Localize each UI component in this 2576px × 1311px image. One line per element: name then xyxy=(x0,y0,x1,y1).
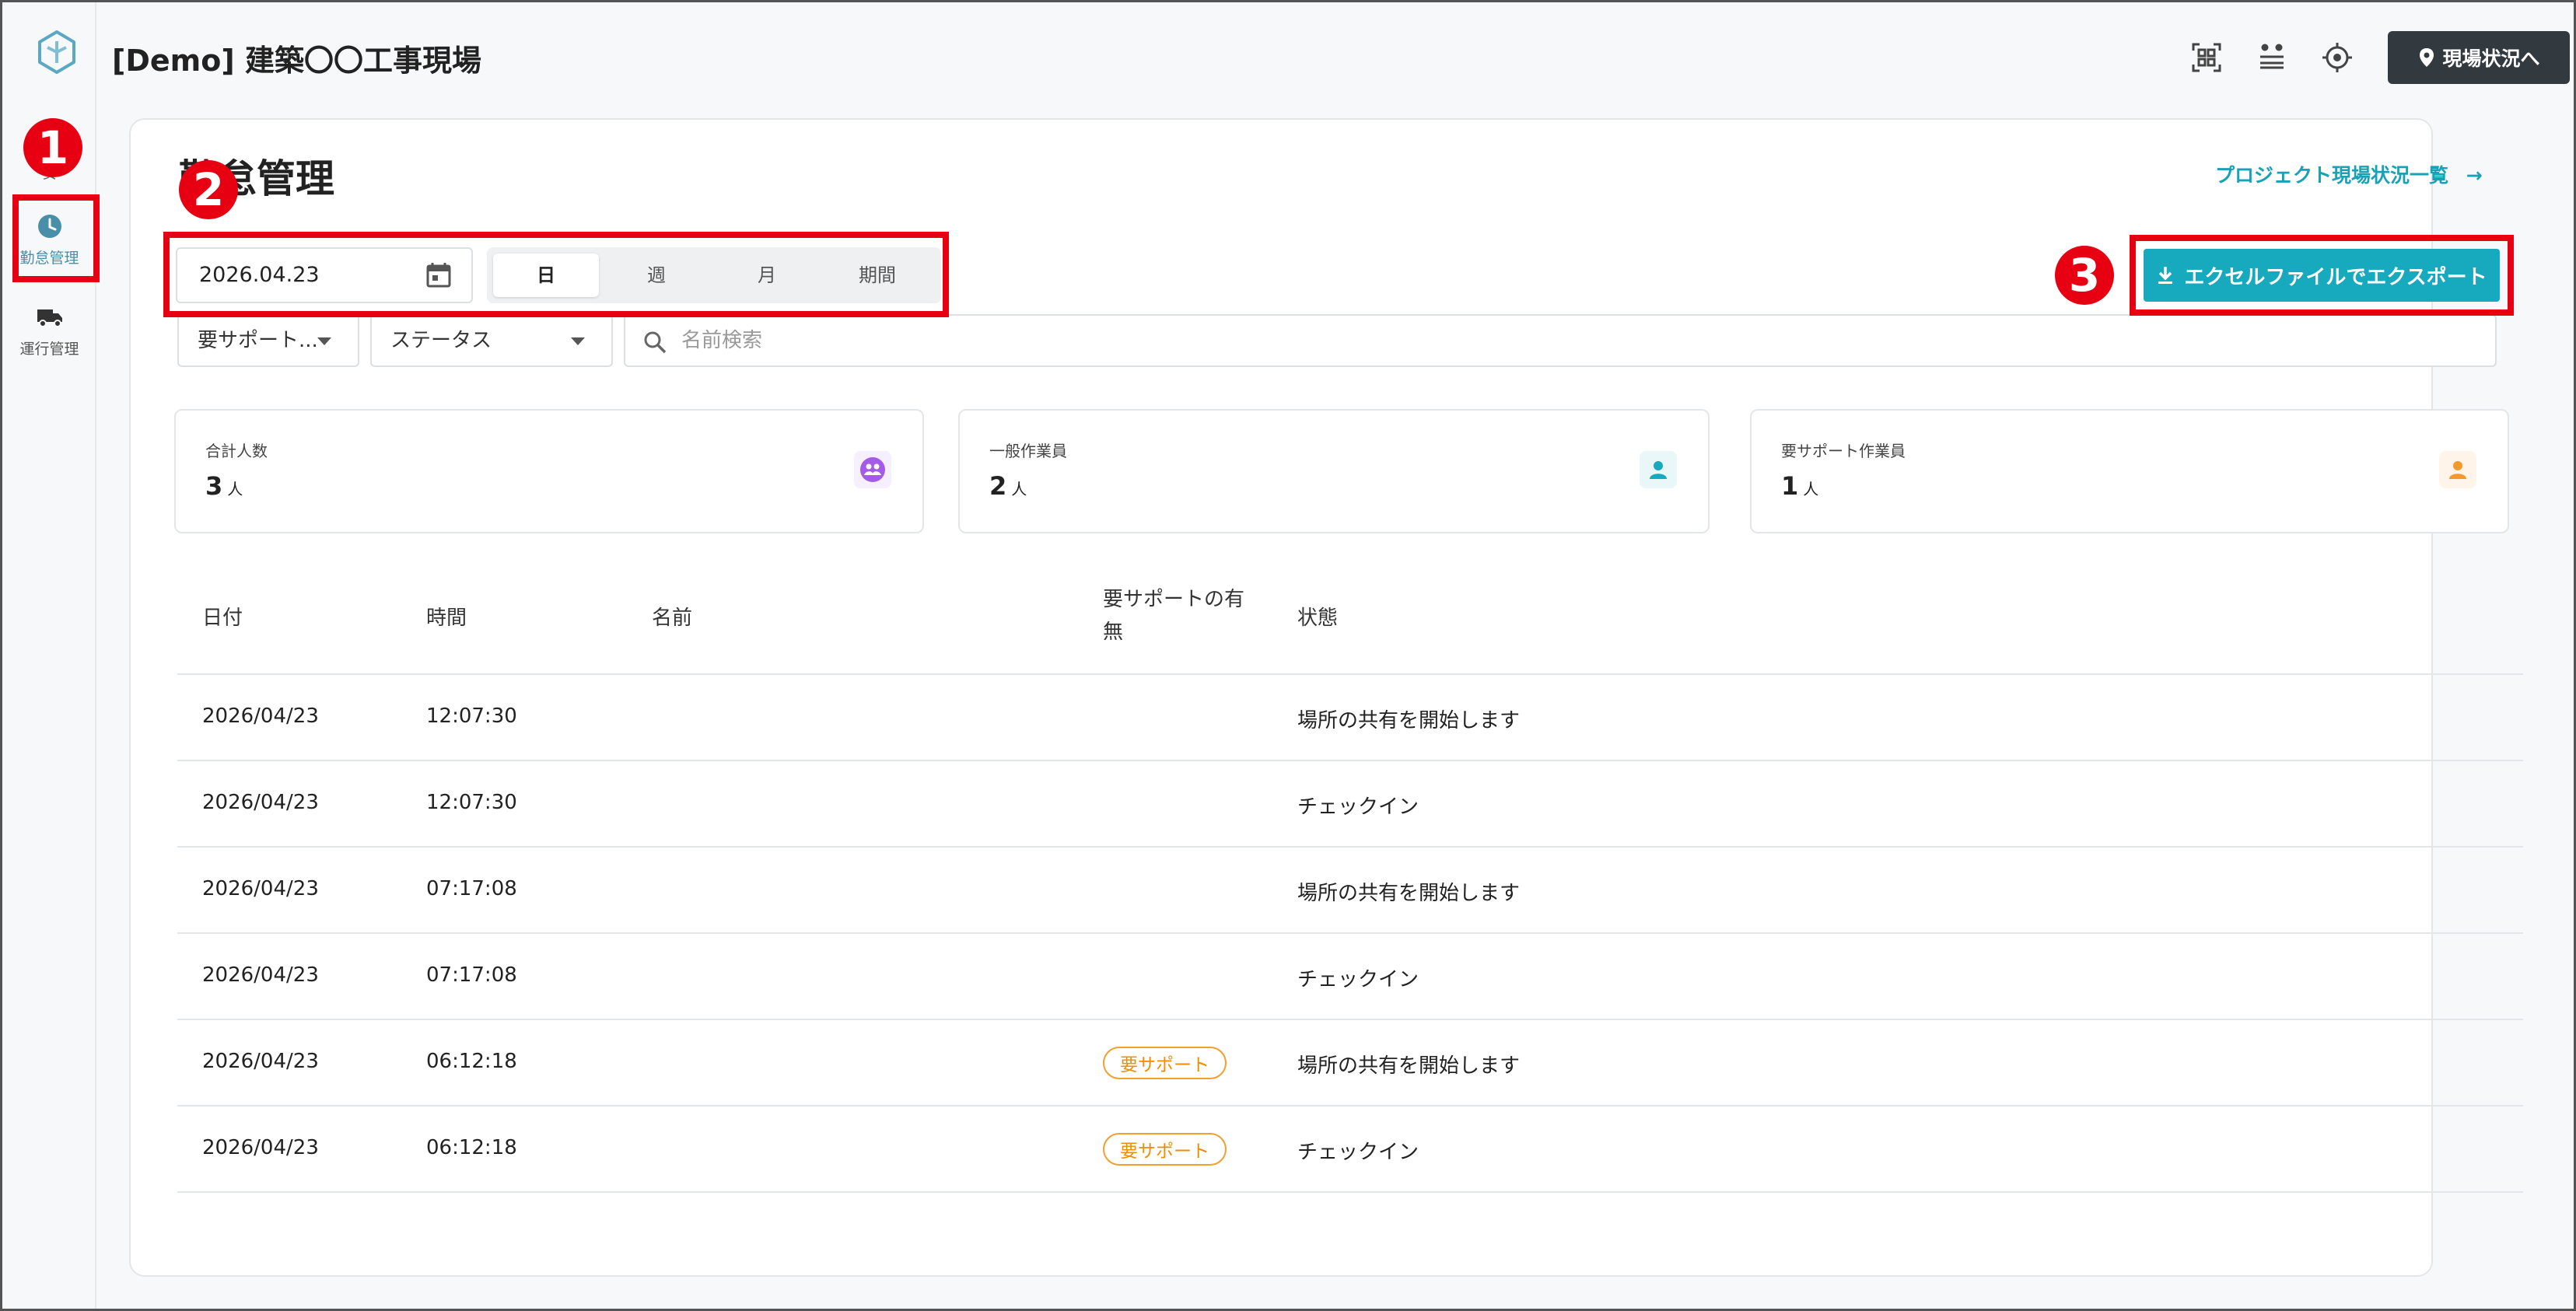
stat-card-support-workers: 要サポート作業員 1人 xyxy=(1750,409,2509,533)
status-filter-value: ステータス xyxy=(390,329,492,352)
site-status-button-label: 現場状況へ xyxy=(2442,47,2540,70)
cell-status: チェックイン xyxy=(1297,1141,1419,1164)
highlight-box-export xyxy=(2130,235,2514,316)
name-search-placeholder: 名前検索 xyxy=(681,329,763,352)
cell-time: 12:07:30 xyxy=(426,704,517,728)
cell-status: 場所の共有を開始します xyxy=(1297,709,1521,732)
support-badge: 要サポート xyxy=(1103,1133,1227,1166)
map-pin-icon xyxy=(2420,48,2434,67)
name-search-input[interactable]: 名前検索 xyxy=(624,314,2497,367)
support-filter-select[interactable]: 要サポート... xyxy=(177,314,359,367)
cell-status: 場所の共有を開始します xyxy=(1297,882,1521,905)
location-target-icon[interactable] xyxy=(2319,40,2355,75)
chevron-down-icon xyxy=(571,337,585,345)
column-header-support[interactable]: 要サポートの有無 xyxy=(1103,583,1244,649)
chevron-down-icon xyxy=(317,337,331,345)
cell-time: 07:17:08 xyxy=(426,963,517,987)
highlight-box-sidebar xyxy=(12,194,100,282)
table-header: 日付 時間 名前 要サポートの有無 状態 xyxy=(177,560,2523,675)
app-logo-icon[interactable] xyxy=(33,29,80,75)
stat-value: 3人 xyxy=(205,471,243,501)
status-filter-select[interactable]: ステータス xyxy=(370,314,613,367)
project-status-list-link[interactable]: プロジェクト現場状況一覧 → xyxy=(2215,160,2483,188)
cell-date: 2026/04/23 xyxy=(202,877,319,900)
cell-time: 06:12:18 xyxy=(426,1050,517,1073)
sidebar-item-operation[interactable]: 運行管理 xyxy=(2,302,96,358)
stat-card-general-workers: 一般作業員 2人 xyxy=(958,409,1710,533)
transfer-icon[interactable] xyxy=(2254,40,2290,75)
attendance-table: 日付 時間 名前 要サポートの有無 状態 2026/04/23 12:07:30 場… xyxy=(177,560,2523,1193)
stat-card-total: 合計人数 3人 xyxy=(174,409,924,533)
table-row[interactable]: 2026/04/23 06:12:18 場所の共有を開始します 要サポート xyxy=(177,1020,2523,1106)
highlight-box-date-controls xyxy=(163,232,949,317)
table-row[interactable]: 2026/04/23 06:12:18 チェックイン 要サポート xyxy=(177,1106,2523,1193)
cell-date: 2026/04/23 xyxy=(202,1136,319,1159)
cell-status: 場所の共有を開始します xyxy=(1297,1054,1521,1078)
table-row[interactable]: 2026/04/23 07:17:08 場所の共有を開始します xyxy=(177,848,2523,934)
table-row[interactable]: 2026/04/23 07:17:08 チェックイン xyxy=(177,934,2523,1020)
qr-scan-icon[interactable] xyxy=(2189,40,2224,75)
site-status-button[interactable]: 現場状況へ xyxy=(2388,31,2570,84)
site-title: [Demo] 建築〇〇工事現場 xyxy=(112,44,481,78)
cell-time: 12:07:30 xyxy=(426,791,517,814)
column-header-time[interactable]: 時間 xyxy=(426,602,467,631)
search-icon xyxy=(644,331,667,354)
arrow-right-icon: → xyxy=(2466,164,2483,187)
column-header-date[interactable]: 日付 xyxy=(202,602,243,631)
group-icon xyxy=(854,451,891,488)
cell-date: 2026/04/23 xyxy=(202,791,319,814)
cell-status: チェックイン xyxy=(1297,795,1419,819)
stat-value: 1人 xyxy=(1781,471,1819,501)
stat-value: 2人 xyxy=(989,471,1027,501)
step-marker-3: 3 xyxy=(2055,246,2114,305)
table-row[interactable]: 2026/04/23 12:07:30 場所の共有を開始します xyxy=(177,675,2523,761)
cell-date: 2026/04/23 xyxy=(202,963,319,987)
cell-status: チェックイン xyxy=(1297,968,1419,991)
cell-date: 2026/04/23 xyxy=(202,704,319,728)
column-header-status[interactable]: 状態 xyxy=(1297,602,1338,631)
stat-label: 合計人数 xyxy=(205,442,268,460)
cell-time: 06:12:18 xyxy=(426,1136,517,1159)
truck-icon xyxy=(37,309,62,327)
cell-support: 要サポート xyxy=(1103,1047,1227,1079)
person-icon xyxy=(1640,451,1677,488)
stat-label: 要サポート作業員 xyxy=(1781,442,1906,460)
sidebar-item-label: 運行管理 xyxy=(19,341,79,358)
support-badge: 要サポート xyxy=(1103,1047,1227,1079)
column-header-name[interactable]: 名前 xyxy=(652,602,692,631)
step-marker-2: 2 xyxy=(179,160,238,219)
table-row[interactable]: 2026/04/23 12:07:30 チェックイン xyxy=(177,761,2523,848)
top-header: [Demo] 建築〇〇工事現場 現場状況へ xyxy=(96,2,2574,111)
cell-date: 2026/04/23 xyxy=(202,1050,319,1073)
table-body: 2026/04/23 12:07:30 場所の共有を開始します 2026/04/23 1… xyxy=(177,675,2523,1193)
cell-support: 要サポート xyxy=(1103,1133,1227,1166)
support-filter-value: 要サポート... xyxy=(198,329,318,352)
step-marker-1: 1 xyxy=(23,118,82,177)
person-icon xyxy=(2439,451,2476,488)
cell-time: 07:17:08 xyxy=(426,877,517,900)
stat-label: 一般作業員 xyxy=(989,442,1067,460)
project-status-list-link-label: プロジェクト現場状況一覧 xyxy=(2215,164,2449,187)
